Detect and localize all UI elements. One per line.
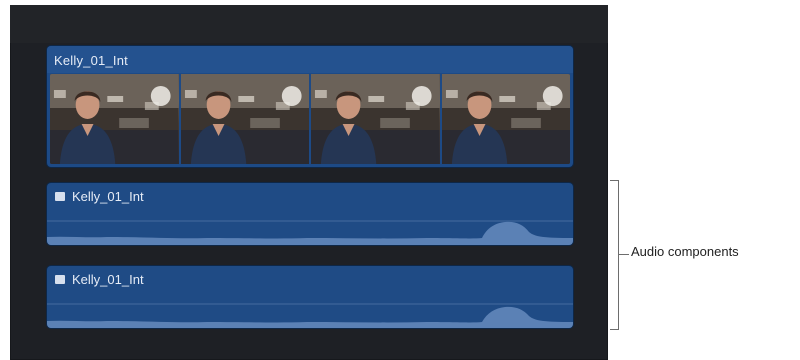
video-clip-title: Kelly_01_Int	[54, 53, 128, 68]
video-clip-header: Kelly_01_Int	[47, 46, 573, 73]
audio-waveform	[47, 211, 573, 245]
audio-waveform	[47, 294, 573, 328]
audio-clip-title: Kelly_01_Int	[72, 189, 144, 204]
audio-components-bracket	[610, 180, 619, 330]
audio-components-label: Audio components	[631, 244, 739, 259]
audio-clip-header: Kelly_01_Int	[47, 183, 573, 211]
video-clip[interactable]: Kelly_01_Int	[47, 46, 573, 167]
audio-clip-header: Kelly_01_Int	[47, 266, 573, 294]
audio-component-clip[interactable]: Kelly_01_Int	[47, 266, 573, 328]
waveform-graphic	[47, 303, 573, 328]
audio-component-clip[interactable]: Kelly_01_Int	[47, 183, 573, 245]
timeline[interactable]: Kelly_01_Int Kelly_01_Int Kelly_01_Int	[10, 5, 608, 360]
timeline-top-band	[10, 5, 608, 43]
video-filmstrip	[50, 74, 570, 164]
annotation-leader-line	[618, 254, 629, 255]
video-frame-thumbnail	[180, 74, 309, 164]
video-frame-thumbnail	[311, 74, 440, 164]
video-frame-thumbnail	[441, 74, 570, 164]
screenshot-stage: Kelly_01_Int Kelly_01_Int Kelly_01_Int A…	[0, 0, 800, 360]
video-frame-thumbnail	[50, 74, 179, 164]
audio-component-icon	[55, 275, 65, 284]
audio-clip-title: Kelly_01_Int	[72, 272, 144, 287]
waveform-graphic	[47, 220, 573, 245]
audio-component-icon	[55, 192, 65, 201]
